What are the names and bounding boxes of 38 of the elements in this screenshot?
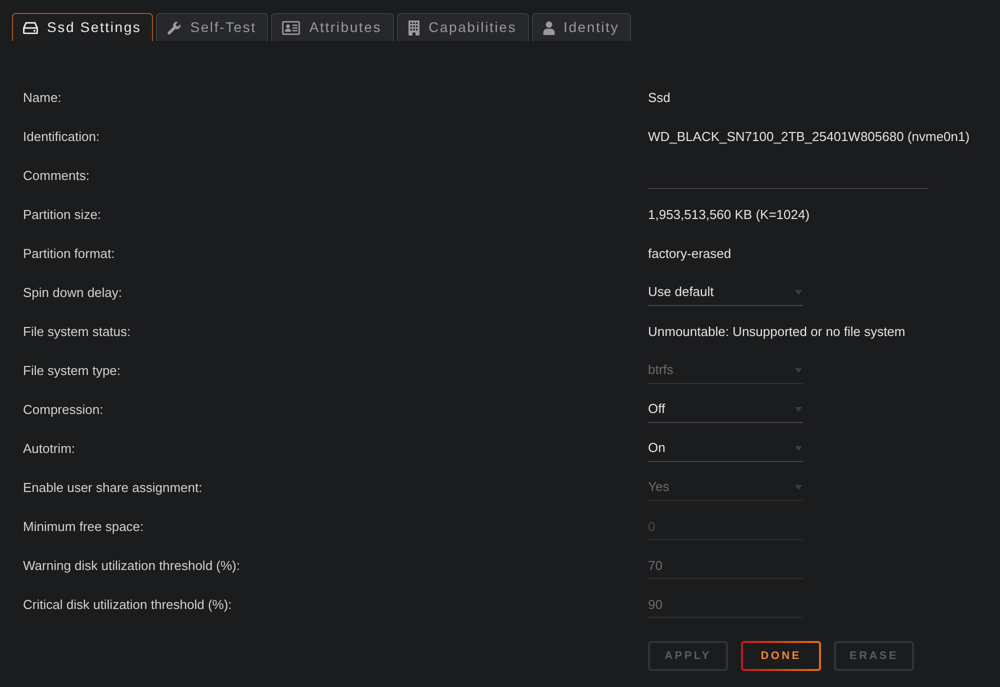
user-icon [542,20,554,34]
drive-icon [23,22,38,34]
id-card-icon [282,20,300,34]
dropdown[interactable]: Use default [648,280,803,306]
field-label: File system type: [23,362,122,380]
field-label: Minimum free space: [23,518,145,536]
tab[interactable]: Ssd Settings [12,13,154,41]
field-value: 1,953,513,560 KB (K=1024) [648,206,810,224]
dropdown[interactable]: Off [648,396,803,422]
field-value: Ssd [648,88,670,107]
field-label: Partition size: [23,206,102,224]
field-label: Compression: [23,400,104,419]
tab[interactable]: Self-Test [156,13,268,41]
wrench-icon [167,20,182,34]
field-label: Autotrim: [23,440,76,458]
field-label: Identification: [23,128,101,146]
field-value: Unmountable: Unsupported or no file system [648,322,906,341]
dropdown[interactable]: On [648,436,803,462]
building-icon [408,20,420,36]
field-label: Spin down delay: [23,284,124,302]
field-label: Comments: [23,166,90,185]
field-label: Name: [23,88,62,107]
field-label: Partition format: [23,244,116,263]
tab[interactable]: Attributes [271,13,394,41]
caret-icon [795,368,802,372]
caret-icon [795,484,802,490]
field-value: factory-erased [648,244,732,263]
field-label: File system status: [23,322,132,341]
caret-icon [795,406,802,412]
caret-icon [795,446,802,450]
tab[interactable]: Identity [532,13,632,41]
tab[interactable]: Capabilities [396,13,528,41]
field-value: WD_BLACK_SN7100_2TB_25401W805680 (nvme0n1) [648,128,970,146]
caret-icon [795,290,802,294]
field-label: Warning disk utilization threshold (%): [23,556,241,575]
field-label: Critical disk utilization threshold (%): [23,596,233,614]
field-label: Enable user share assignment: [23,478,204,497]
action-button[interactable]: DONE [741,641,821,671]
